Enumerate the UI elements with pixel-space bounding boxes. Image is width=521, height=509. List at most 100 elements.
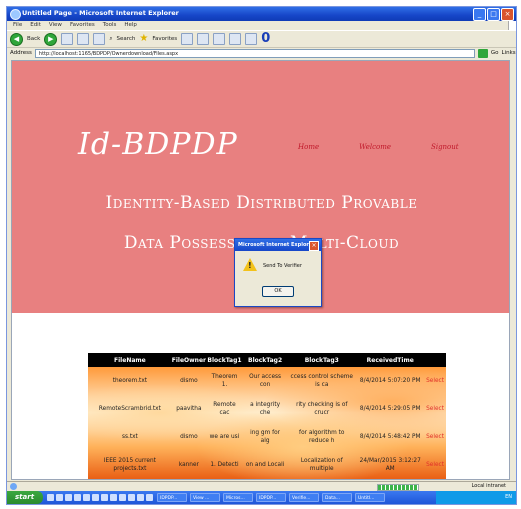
system-tray[interactable]: EN [436,491,516,504]
windows-logo-icon [508,21,516,30]
page-status-icon [10,483,17,490]
dialog-close-button[interactable]: × [309,241,319,251]
header-blocktag2: BlockTag2 [248,356,283,364]
nav-welcome-link[interactable]: Welcome [359,143,391,151]
cell-blocktag2: on and Locali [245,462,285,468]
dialog-ok-button[interactable]: OK [262,286,294,297]
title-bar[interactable]: Untitled Page - Microsoft Internet Explo… [7,7,516,21]
cell-blocktag1: we are usi [209,434,240,440]
minimize-button[interactable]: _ [473,8,486,21]
taskbar-task[interactable]: IDPDP... [256,493,286,502]
refresh-icon[interactable] [77,33,90,45]
quicklaunch-icon[interactable] [128,494,135,501]
select-link[interactable]: Select [424,451,446,479]
cell-fileowner: kanner [178,462,199,468]
quicklaunch-icon[interactable] [47,494,54,501]
table-row: RemoteScrambrid.txt paavitha Remote cac … [88,395,446,423]
maximize-button[interactable]: □ [487,8,500,21]
table-header-row: FileName FileOwner BlockTag1 BlockTag2 B… [88,353,446,367]
cell-blocktag2: ing gm for alg [250,430,281,444]
quicklaunch-icon[interactable] [83,494,90,501]
quick-launch [47,494,153,501]
taskbar-task[interactable]: View ... [190,493,220,502]
cell-receivedtime: 8/4/2014 5:48:42 PM [359,434,421,440]
quicklaunch-icon[interactable] [65,494,72,501]
progress-bar [377,484,419,491]
mail-icon[interactable] [197,33,210,45]
quicklaunch-icon[interactable] [56,494,63,501]
quicklaunch-icon[interactable] [74,494,81,501]
quicklaunch-icon[interactable] [101,494,108,501]
table-row: theorem.txt dismo Theorem 1. Our access … [88,367,446,395]
select-link[interactable]: Select [424,423,446,451]
menu-favorites[interactable]: Favorites [70,21,95,30]
nav-signout-link[interactable]: Signout [431,143,459,151]
cell-receivedtime: 24/Mar/2015 3:12:27 AM [359,458,421,472]
taskbar-task[interactable]: Verifie... [289,493,319,502]
menu-file[interactable]: File [13,21,22,30]
taskbar-task[interactable]: Micros... [223,493,253,502]
header-blocktag1: BlockTag1 [207,356,242,364]
menu-help[interactable]: Help [124,21,137,30]
menu-edit[interactable]: Edit [30,21,41,30]
cell-receivedtime: 8/4/2014 5:29:05 PM [359,406,421,412]
header-filename: FileName [114,356,146,364]
cell-filename: RemoteScrambrid.txt [98,406,161,412]
taskbar-task[interactable]: Untitl... [355,493,385,502]
select-link[interactable]: Select [424,367,446,395]
search-icon[interactable]: ⌕ [109,36,112,43]
header-blocktag3: BlockTag3 [304,356,339,364]
links-label[interactable]: Links [502,50,516,56]
favorites-label[interactable]: Favorites [152,36,177,42]
menu-bar: File Edit View Favorites Tools Help [7,21,516,30]
cell-blocktag2: a integrity che [250,402,281,416]
start-button[interactable]: start [7,491,43,504]
quicklaunch-icon[interactable] [137,494,144,501]
cell-blocktag1: Remote cac [213,402,236,416]
cell-fileowner: dismo [180,434,198,440]
warning-icon: ! [243,258,257,271]
quicklaunch-icon[interactable] [119,494,126,501]
folder-icon[interactable] [245,33,258,45]
cell-blocktag2: Our access con [249,374,282,388]
back-label[interactable]: Back [27,36,40,42]
header-receivedtime: ReceivedTime [366,356,414,364]
history-icon[interactable] [181,33,194,45]
site-nav: Home Welcome Signout [298,143,459,151]
cell-blocktag3: for algorithm to reduce h [299,430,345,444]
back-arrow-icon[interactable]: ◀ [10,32,23,46]
menu-tools[interactable]: Tools [103,21,117,30]
select-link[interactable]: Select [424,395,446,423]
print-icon[interactable] [213,33,226,45]
taskbar: start IDPDP... View ... Micros... IDPDP.… [7,491,516,504]
search-label[interactable]: Search [116,36,135,42]
quicklaunch-icon[interactable] [110,494,117,501]
tagline-line-1: Identity-Based Distributed Provable [105,193,418,213]
files-table: FileName FileOwner BlockTag1 BlockTag2 B… [88,353,446,479]
page-viewport: Id-BDPDP Home Welcome Signout Identity-B… [11,60,510,480]
go-label[interactable]: Go [491,50,499,56]
quicklaunch-icon[interactable] [92,494,99,501]
cell-fileowner: dismo [180,378,198,384]
header-fileowner: FileOwner [171,356,206,364]
toolbar: ◀ Back ▶ ⌕ Search ★ Favorites 0 [7,30,516,48]
taskbar-task[interactable]: IDPDP... [157,493,187,502]
address-input[interactable]: http://localhost:1165/BDPDP/Ownerdownloa… [34,48,475,58]
cell-fileowner: paavitha [176,406,202,412]
go-button[interactable] [477,48,488,58]
cell-filename: IEEE 2015 current projects.txt [103,458,156,472]
taskbar-task[interactable]: Data... [322,493,352,502]
forward-arrow-icon[interactable]: ▶ [44,32,58,46]
nav-home-link[interactable]: Home [298,143,319,151]
edit-icon[interactable] [229,33,242,45]
favorites-star-icon[interactable]: ★ [139,34,148,44]
close-button[interactable]: × [501,8,514,21]
site-logo: Id-BDPDP [78,127,238,162]
cell-blocktag1: 1. Detecti [210,462,239,468]
home-icon[interactable] [93,33,106,45]
quicklaunch-icon[interactable] [146,494,153,501]
table-row: IEEE 2015 current projects.txt kanner 1.… [88,451,446,479]
menu-view[interactable]: View [49,21,62,30]
stop-icon[interactable] [61,33,74,45]
cell-filename: ss.txt [121,434,138,440]
